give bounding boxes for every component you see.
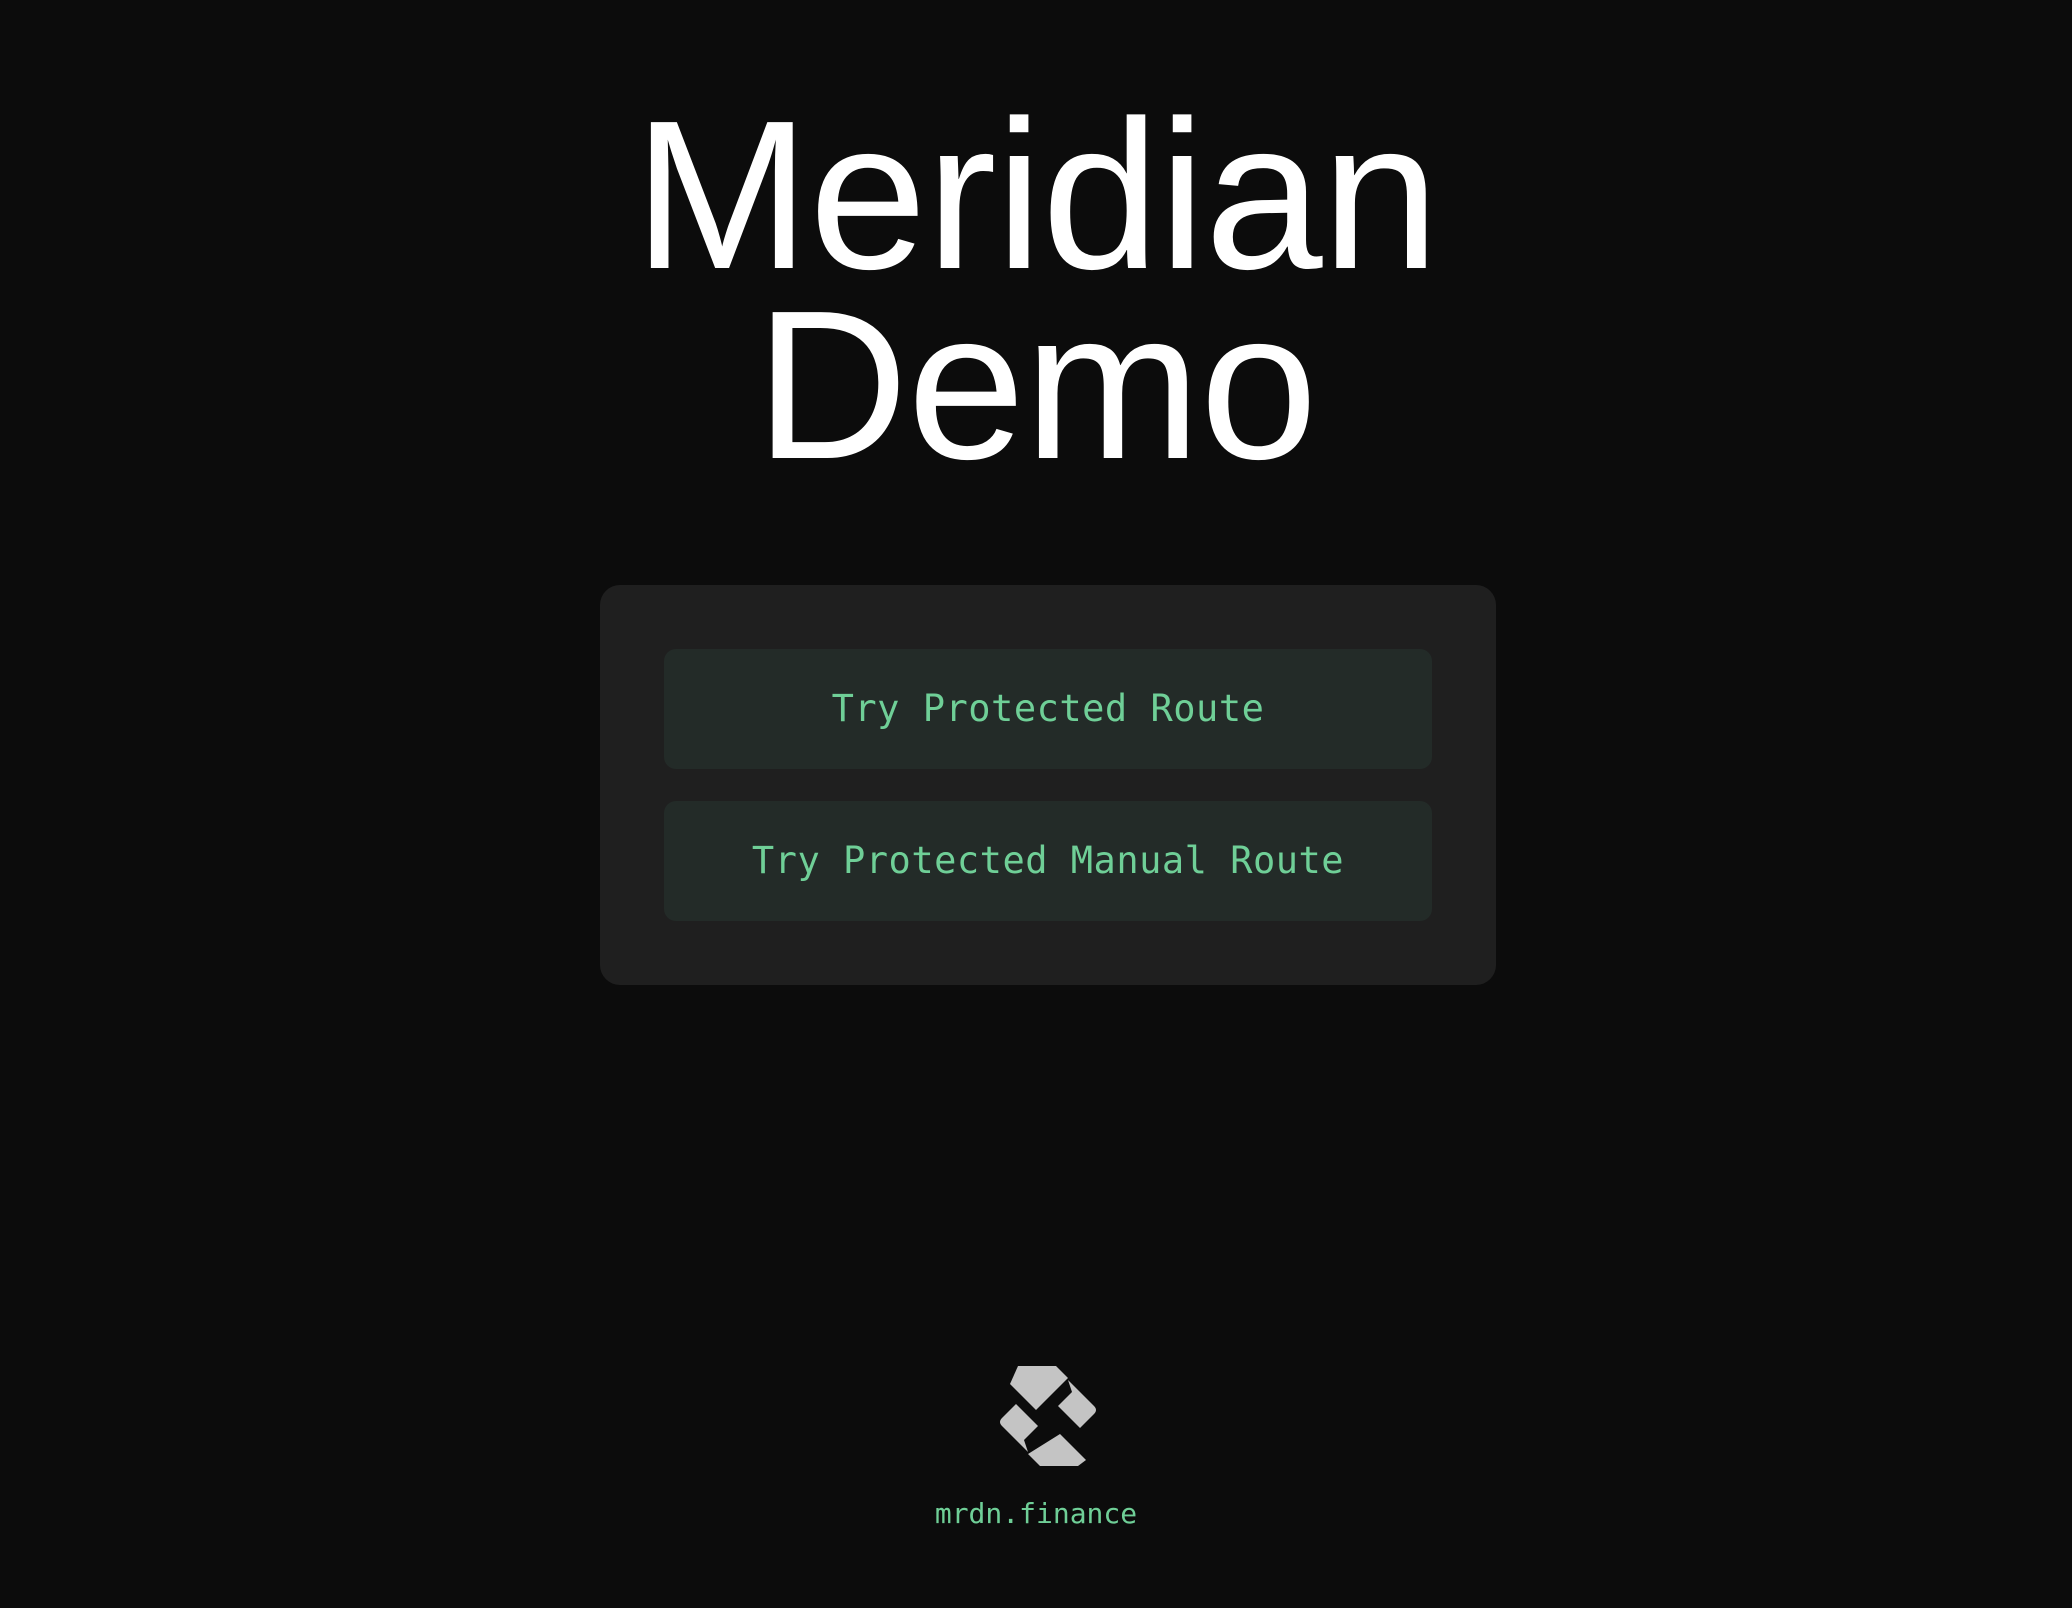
actions-panel: Try Protected Route Try Protected Manual… [600, 585, 1496, 985]
page-title-line-2: Demo [755, 266, 1318, 503]
footer-site-link[interactable]: mrdn.finance [0, 1494, 2072, 1534]
page-title: Meridian Demo [0, 76, 2072, 503]
meridian-logo-icon [1000, 1366, 1096, 1466]
page-title-line-1: Meridian [633, 76, 1439, 313]
try-protected-manual-route-button[interactable]: Try Protected Manual Route [664, 801, 1432, 921]
try-protected-route-button[interactable]: Try Protected Route [664, 649, 1432, 769]
